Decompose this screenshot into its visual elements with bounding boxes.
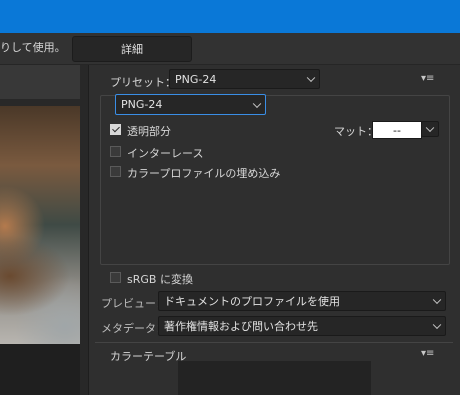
color-table-title: カラーテーブル — [110, 350, 187, 363]
detail-button[interactable]: 詳細 — [72, 36, 192, 62]
toolbar-hint-text: りして使用。 — [0, 41, 66, 54]
format-select[interactable]: PNG-24 — [115, 94, 266, 115]
matte-value: -- — [393, 123, 401, 137]
preset-select-value: PNG-24 — [175, 72, 217, 86]
interlace-label: インターレース — [127, 147, 204, 160]
title-bar — [0, 0, 460, 33]
preview-select[interactable]: ドキュメントのプロファイルを使用 — [158, 291, 446, 311]
matte-color-swatch[interactable]: -- — [372, 121, 422, 139]
preset-label: プリセット： — [110, 76, 176, 89]
metadata-select[interactable]: 著作権情報および問い合わせ先 — [158, 316, 446, 336]
checkmark-icon — [112, 124, 120, 133]
metadata-select-value: 著作権情報および問い合わせ先 — [164, 320, 318, 333]
preview-footer — [0, 344, 80, 395]
section-divider — [95, 342, 453, 343]
transparency-checkbox[interactable] — [110, 124, 121, 135]
toolbar — [0, 33, 460, 65]
preview-tab-header — [0, 65, 80, 99]
embed-profile-label: カラープロファイルの埋め込み — [127, 167, 281, 180]
chevron-down-icon — [432, 320, 442, 330]
chevron-down-icon — [432, 295, 442, 305]
color-table-area — [178, 361, 371, 395]
chevron-down-icon — [306, 73, 316, 83]
preset-select[interactable]: PNG-24 — [169, 69, 320, 89]
chevron-down-icon — [252, 99, 262, 108]
chevron-down-icon — [425, 123, 435, 133]
embed-profile-checkbox[interactable] — [110, 166, 121, 177]
preview-image — [0, 106, 80, 344]
srgb-checkbox[interactable] — [110, 272, 121, 283]
srgb-label: sRGB に変換 — [127, 273, 193, 286]
color-table-menu-icon[interactable]: ▾≡ — [421, 348, 434, 359]
matte-dropdown[interactable] — [421, 121, 439, 137]
interlace-checkbox[interactable] — [110, 146, 121, 157]
transparency-label: 透明部分 — [127, 125, 171, 138]
preview-select-value: ドキュメントのプロファイルを使用 — [164, 295, 340, 308]
panel-menu-icon[interactable]: ▾≡ — [421, 73, 434, 84]
format-select-value: PNG-24 — [121, 98, 163, 111]
